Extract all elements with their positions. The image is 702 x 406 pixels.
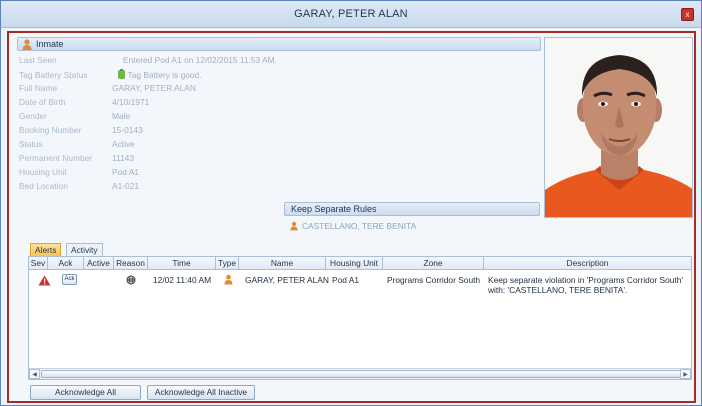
field-label: Full Name (19, 83, 58, 93)
alert-zone: Programs Corridor South (387, 275, 481, 285)
field-label: Bed Location (19, 181, 68, 191)
field-value: 4/10/1971 (112, 97, 150, 107)
field-label: Tag Battery Status (19, 70, 88, 80)
field-status: Status Active (19, 139, 135, 150)
inmate-window: GARAY, PETER ALAN x Inmate Last Seen Ente… (0, 0, 702, 406)
col-zone[interactable]: Zone (383, 257, 484, 270)
col-housing-unit[interactable]: Housing Unit (326, 257, 383, 270)
field-full-name: Full Name GARAY, PETER ALAN (19, 83, 196, 94)
field-value: 11143 (112, 153, 135, 163)
keep-separate-header: Keep Separate Rules (284, 202, 540, 216)
field-label: Booking Number (19, 125, 82, 135)
field-date-of-birth: Date of Birth 4/10/1971 (19, 97, 149, 108)
field-value: Male (112, 111, 131, 121)
keep-separate-name: CASTELLANO, TERE BENITA (302, 221, 417, 231)
acknowledge-all-button[interactable]: Acknowledge All (30, 385, 141, 400)
person-icon (22, 39, 32, 50)
alert-housing-unit: Pod A1 (332, 275, 360, 285)
col-description[interactable]: Description (484, 257, 691, 270)
inmate-panel-header: Inmate (17, 37, 541, 51)
field-label: Housing Unit (19, 167, 67, 177)
scroll-left-icon[interactable]: ◀ (29, 369, 40, 379)
col-type[interactable]: Type (216, 257, 239, 270)
field-label: Last Seen (19, 55, 57, 65)
keep-separate-reason-icon (126, 275, 136, 285)
inmate-panel-title: Inmate (36, 39, 64, 49)
title-bar: GARAY, PETER ALAN x (1, 1, 701, 28)
ack-button[interactable]: Ack (62, 274, 77, 285)
field-label: Gender (19, 111, 47, 121)
tab-activity[interactable]: Activity (66, 243, 103, 257)
field-value: A1-021 (112, 181, 140, 191)
field-booking-number: Booking Number 15-0143 (19, 125, 143, 136)
scroll-thumb[interactable] (41, 370, 685, 378)
mugshot-image (545, 38, 692, 217)
keep-separate-entry[interactable]: CASTELLANO, TERE BENITA (284, 219, 540, 233)
field-last-seen: Last Seen Entered Pod A1 on 12/02/2015 11… (19, 55, 277, 66)
alert-description-line: Keep separate violation in 'Programs Cor… (488, 275, 683, 285)
field-housing-unit: Housing Unit Pod A1 (19, 167, 139, 178)
field-bed-location: Bed Location A1-021 (19, 181, 139, 192)
person-icon (224, 274, 233, 285)
field-label: Permanent Number (19, 153, 93, 163)
keep-separate-panel: Keep Separate Rules CASTELLANO, TERE BEN… (284, 202, 540, 236)
field-value: Entered Pod A1 on 12/02/2015 11:53 AM. (123, 55, 277, 65)
inmate-photo (544, 37, 693, 218)
field-permanent-number: Permanent Number 11143 (19, 153, 134, 164)
tab-alerts[interactable]: Alerts (30, 243, 62, 257)
field-label: Status (19, 139, 43, 149)
acknowledge-all-inactive-button[interactable]: Acknowledge All Inactive (147, 385, 255, 400)
table-row[interactable]: Ack 12/02 11:40 AM GARAY, PETER ALAN Pod… (29, 271, 691, 297)
col-time[interactable]: Time (148, 257, 216, 270)
inmate-panel: Inmate Last Seen Entered Pod A1 on 12/02/… (17, 37, 541, 199)
person-icon (290, 221, 298, 231)
col-reason[interactable]: Reason (114, 257, 148, 270)
field-tag-battery: Tag Battery Status Tag Battery is good. (19, 69, 202, 80)
window-title: GARAY, PETER ALAN (294, 8, 408, 20)
field-value: Tag Battery is good. (127, 70, 202, 80)
battery-icon (118, 69, 126, 79)
field-value: Active (112, 139, 135, 149)
alert-description-line: with: 'CASTELLANO, TERE BENITA'. (488, 285, 628, 295)
alert-time: 12/02 11:40 AM (153, 275, 212, 285)
alerts-grid: Sev Ack Active Reason Time Type Name Hou… (28, 256, 692, 380)
close-button[interactable]: x (681, 8, 694, 21)
horizontal-scrollbar[interactable]: ◀ ▶ (29, 368, 691, 379)
scroll-right-icon[interactable]: ▶ (680, 369, 691, 379)
field-gender: Gender Male (19, 111, 130, 122)
alert-name: GARAY, PETER ALAN (245, 275, 329, 285)
field-value: GARAY, PETER ALAN (112, 83, 196, 93)
field-value: 15-0143 (112, 125, 143, 135)
field-label: Date of Birth (19, 97, 66, 107)
severity-warning-icon (38, 275, 51, 286)
col-ack[interactable]: Ack (48, 257, 84, 270)
col-name[interactable]: Name (239, 257, 326, 270)
col-sev[interactable]: Sev (29, 257, 48, 270)
col-active[interactable]: Active (84, 257, 114, 270)
alert-description: Keep separate violation in 'Programs Cor… (488, 275, 691, 295)
field-value: Pod A1 (112, 167, 140, 177)
grid-header: Sev Ack Active Reason Time Type Name Hou… (29, 257, 691, 270)
